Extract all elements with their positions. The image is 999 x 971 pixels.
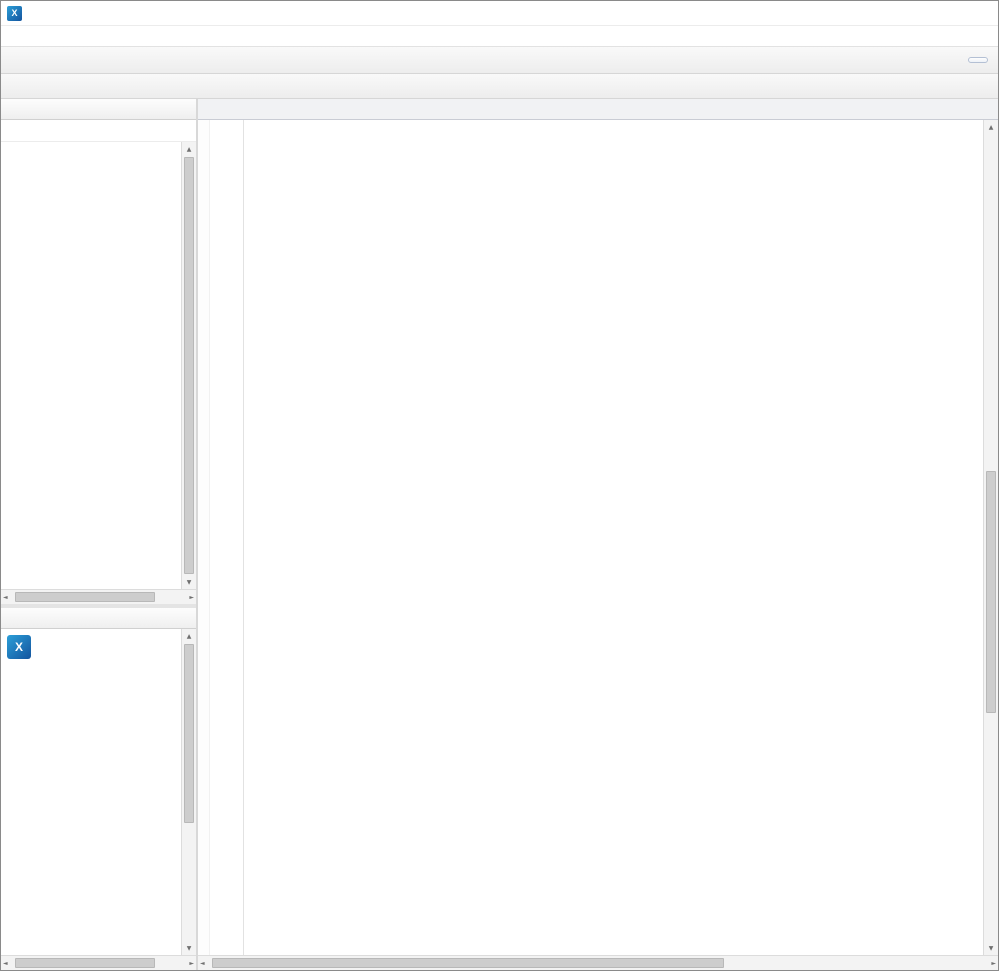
title-bar: X: [1, 1, 998, 26]
explorer-tree-wrap: ▲ ▼: [1, 142, 196, 589]
workbench: ▲ ▼ ◄ ► X ▲ ▼ ◄ ► ▲ ▼ ◄ ►: [1, 99, 998, 970]
quickstart-view-tabs: [1, 608, 196, 629]
scrollbar-thumb[interactable]: [986, 470, 996, 713]
left-column: ▲ ▼ ◄ ► X ▲ ▼ ◄ ►: [1, 99, 198, 970]
editor-horizontal-scrollbar[interactable]: ◄ ►: [198, 955, 998, 970]
explorer-toolbar: [1, 120, 196, 142]
scrollbar-thumb[interactable]: [15, 958, 156, 968]
mcuxpresso-logo-icon: X: [7, 635, 31, 659]
quickstart-panel: X ▲ ▼ ◄ ►: [1, 608, 196, 970]
editor-vertical-scrollbar[interactable]: ▲ ▼: [983, 120, 998, 955]
quickstart-project-label: [1, 660, 181, 668]
editor-tabs: [198, 99, 998, 120]
scroll-down-icon[interactable]: ▼: [182, 941, 196, 955]
explorer-horizontal-scrollbar[interactable]: ◄ ►: [1, 589, 196, 604]
main-toolbar-right: [962, 57, 994, 63]
breakpoint-ruler[interactable]: [198, 120, 210, 955]
scroll-down-icon[interactable]: ▼: [182, 575, 196, 589]
scroll-up-icon[interactable]: ▲: [984, 120, 998, 134]
quickstart-content: X ▲ ▼: [1, 629, 196, 955]
quickstart-vertical-scrollbar[interactable]: ▲ ▼: [181, 629, 196, 955]
scrollbar-thumb[interactable]: [184, 157, 194, 574]
main-toolbar: [1, 47, 998, 74]
scroll-right-icon[interactable]: ►: [991, 957, 996, 970]
quickstart-scroll-area: X: [1, 629, 181, 955]
scroll-right-icon[interactable]: ►: [189, 591, 194, 604]
line-gutter: [210, 120, 244, 955]
secondary-toolbar: [1, 74, 998, 99]
scroll-left-icon[interactable]: ◄: [3, 591, 8, 604]
scroll-down-icon[interactable]: ▼: [984, 941, 998, 955]
project-tree: [1, 142, 181, 589]
scroll-up-icon[interactable]: ▲: [182, 142, 196, 156]
editor-area: ▲ ▼ ◄ ►: [198, 99, 998, 970]
editor-body: ▲ ▼: [198, 120, 998, 955]
scroll-up-icon[interactable]: ▲: [182, 629, 196, 643]
scroll-right-icon[interactable]: ►: [189, 957, 194, 970]
menu-bar: [1, 26, 998, 47]
mcuxpresso-app-icon: X: [7, 5, 22, 21]
quickstart-header: X: [1, 629, 181, 660]
quickstart-horizontal-scrollbar[interactable]: ◄ ►: [1, 955, 196, 970]
scrollbar-thumb[interactable]: [15, 592, 156, 602]
scrollbar-thumb[interactable]: [212, 958, 724, 968]
quick-access-button[interactable]: [968, 57, 988, 63]
scroll-left-icon[interactable]: ◄: [200, 957, 205, 970]
scroll-left-icon[interactable]: ◄: [3, 957, 8, 970]
explorer-vertical-scrollbar[interactable]: ▲ ▼: [181, 142, 196, 589]
code-lines[interactable]: [244, 120, 983, 955]
scrollbar-thumb[interactable]: [184, 644, 194, 824]
mcuxpresso-window: X ▲ ▼ ◄ ► X ▲ ▼ ◄ ► ▲ ▼ ◄ ►: [0, 0, 999, 971]
explorer-view-tabs: [1, 99, 196, 120]
project-explorer-panel: ▲ ▼ ◄ ►: [1, 99, 196, 604]
